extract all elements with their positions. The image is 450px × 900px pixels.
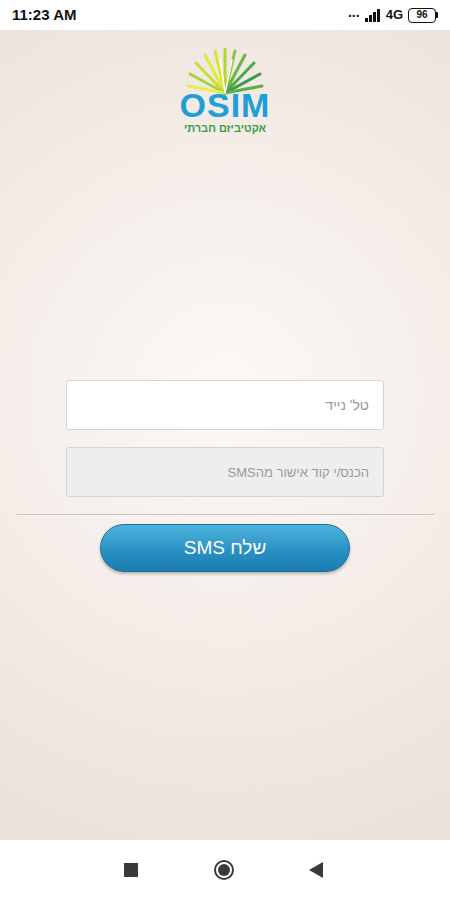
- logo-tagline: אקטיביזם חברתי: [184, 121, 266, 135]
- recents-square-icon[interactable]: [123, 862, 139, 878]
- clock: 11:23 AM: [12, 4, 76, 27]
- status-icons: ... 4G 96: [348, 5, 438, 25]
- login-background: OSIM אקטיביזם חברתי שלח SMS: [0, 30, 450, 840]
- code-input[interactable]: [66, 447, 384, 497]
- login-form: שלח SMS: [0, 380, 450, 572]
- battery-icon: 96: [408, 8, 438, 23]
- notification-dots: ...: [348, 5, 360, 25]
- app-screen: 11:23 AM ... 4G 96: [0, 0, 450, 900]
- home-circle-icon[interactable]: [213, 859, 235, 881]
- osim-logo: OSIM אקטיביזם חברתי: [180, 45, 271, 135]
- status-bar: 11:23 AM ... 4G 96: [0, 0, 450, 30]
- divider: [16, 514, 434, 515]
- navigation-bar: [0, 840, 450, 900]
- phone-input[interactable]: [66, 380, 384, 430]
- network-type: 4G: [386, 5, 403, 25]
- send-sms-button[interactable]: שלח SMS: [100, 524, 350, 572]
- logo-name: OSIM: [180, 89, 271, 121]
- battery-level: 96: [408, 8, 436, 23]
- signal-icon: [365, 9, 381, 22]
- back-triangle-icon[interactable]: [308, 861, 324, 879]
